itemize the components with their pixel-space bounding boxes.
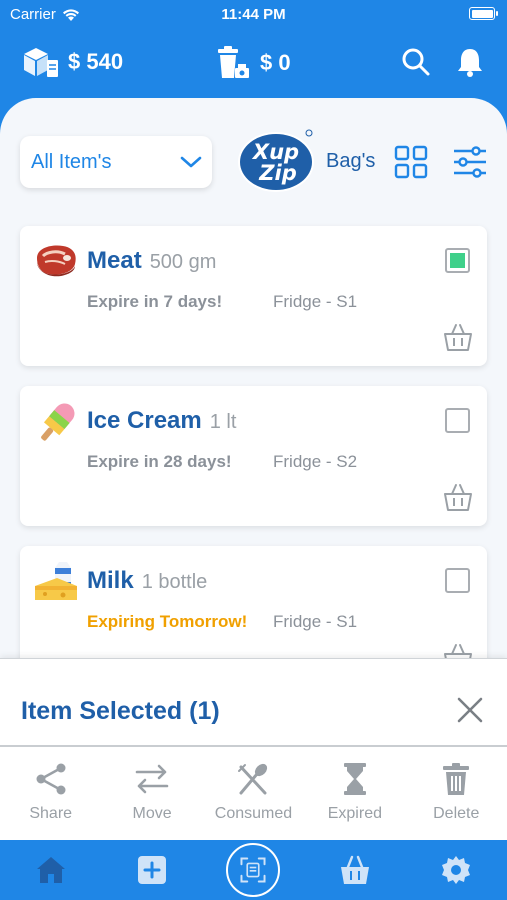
scan-icon: [240, 857, 266, 883]
item-name: Ice Cream 1 lt: [87, 407, 237, 434]
item-name: Milk 1 bottle: [87, 567, 208, 594]
selection-actions: Share Move Consumed Expired Delete: [0, 755, 507, 835]
battery-icon: [469, 7, 498, 20]
item-quantity: 500 gm: [149, 251, 217, 273]
basket-icon: [340, 855, 369, 884]
share-label: Share: [29, 805, 73, 822]
add-icon: [138, 856, 167, 884]
filter-value: All Item's: [31, 150, 112, 173]
meat-icon: [37, 245, 76, 277]
consumed-button[interactable]: Consumed: [203, 755, 304, 835]
wallet-amount: $ 540: [68, 49, 124, 74]
nav-basket[interactable]: [304, 853, 405, 887]
item-checkbox[interactable]: [445, 568, 470, 593]
xupzip-logo: Xup Zip: [238, 129, 314, 192]
item-name: Meat 500 gm: [87, 247, 217, 274]
item-quantity: 1 lt: [209, 411, 237, 433]
wallet-balance[interactable]: $ 540: [20, 44, 123, 80]
bottom-nav: [0, 840, 507, 900]
bags-link[interactable]: Bag's: [326, 150, 375, 173]
nav-scan[interactable]: [203, 843, 304, 897]
boxes-icon: [24, 48, 58, 77]
expired-button[interactable]: Expired: [304, 755, 405, 835]
trash-bin-icon: [218, 46, 249, 78]
scan-button: [226, 843, 281, 897]
share-button[interactable]: Share: [0, 755, 101, 835]
expired-label: Expired: [327, 805, 382, 822]
selection-title: Item Selected (1): [21, 697, 220, 725]
ice-cream-icon: [41, 403, 75, 441]
item-quantity: 1 bottle: [141, 571, 208, 593]
home-icon: [36, 857, 65, 883]
top-bar: $ 540 $ 0: [0, 30, 507, 98]
delete-label: Delete: [433, 805, 480, 822]
chevron-down-icon: [180, 156, 202, 168]
divider: [0, 745, 507, 747]
milk-cheese-icon: [35, 562, 77, 600]
grid-view-icon[interactable]: [394, 145, 428, 179]
consumed-label: Consumed: [214, 805, 293, 822]
status-bar: Carrier 11:44 PM: [0, 0, 507, 30]
move-button[interactable]: Move: [101, 755, 202, 835]
filter-sliders-icon[interactable]: [452, 144, 488, 180]
settings-icon: [442, 856, 471, 884]
item-location: Fridge - S1: [273, 612, 358, 631]
selection-sheet: Item Selected (1) Share Move Consumed Ex…: [0, 658, 507, 840]
svg-text:Zip: Zip: [258, 161, 296, 185]
basket-icon[interactable]: [443, 322, 473, 352]
search-icon[interactable]: [400, 46, 432, 78]
item-expiry: Expire in 7 days!: [87, 292, 223, 311]
basket-icon[interactable]: [443, 482, 473, 512]
clock: 11:44 PM: [221, 6, 286, 23]
bell-icon[interactable]: [454, 46, 486, 78]
share-icon: [36, 763, 66, 795]
nav-home[interactable]: [0, 853, 101, 887]
move-label: Move: [132, 805, 172, 822]
close-icon[interactable]: [455, 695, 485, 725]
fork-spoon-icon: [238, 763, 268, 795]
item-checkbox[interactable]: [445, 408, 470, 433]
main-panel: All Item's Xup Zip Bag's Meat 500 gm Exp…: [0, 98, 507, 686]
recycle-balance[interactable]: $ 0: [214, 44, 291, 82]
trash-icon: [443, 763, 470, 795]
item-card-ice-cream[interactable]: Ice Cream 1 lt Expire in 28 days! Fridge …: [20, 386, 487, 526]
item-location: Fridge - S2: [273, 452, 358, 471]
delete-button[interactable]: Delete: [406, 755, 507, 835]
nav-settings[interactable]: [406, 853, 507, 887]
recycle-amount: $ 0: [260, 50, 291, 75]
move-arrows-icon: [135, 764, 169, 794]
item-checkbox[interactable]: [445, 248, 470, 273]
item-expiry: Expiring Tomorrow!: [87, 612, 248, 631]
hourglass-icon: [343, 763, 366, 795]
item-filter-dropdown[interactable]: All Item's: [20, 136, 212, 188]
item-expiry: Expire in 28 days!: [87, 452, 232, 471]
item-location: Fridge - S1: [273, 292, 358, 311]
item-card-meat[interactable]: Meat 500 gm Expire in 7 days! Fridge - S1: [20, 226, 487, 366]
nav-add[interactable]: [101, 853, 202, 887]
